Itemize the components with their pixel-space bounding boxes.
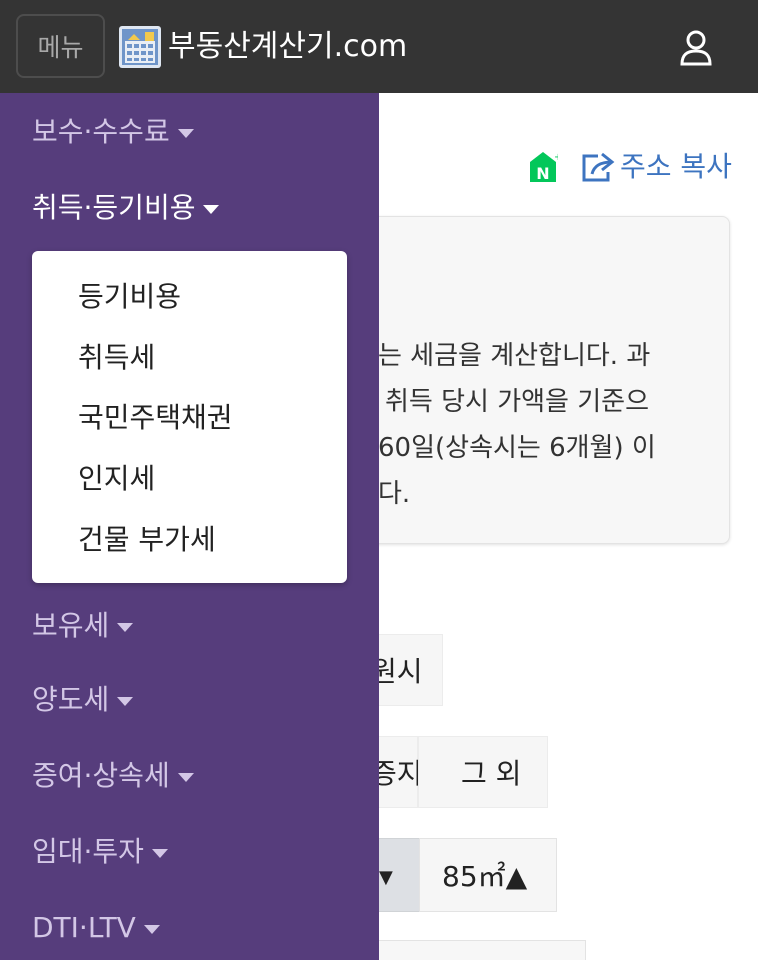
caret-down-icon: [151, 848, 168, 858]
share-icon: [582, 152, 615, 182]
copy-address-label: 주소 복사: [620, 150, 732, 183]
caret-down-icon: [143, 924, 160, 934]
sidebar-item-gift-inheritance-tax[interactable]: 증여·상속세: [32, 756, 194, 796]
property-type-other-option[interactable]: 그 외: [418, 736, 548, 808]
acquisition-dropdown-menu: 등기비용 취득세 국민주택채권 인지세 건물 부가세: [32, 251, 347, 583]
description-line: 취득 당시 가액을 기준으: [385, 387, 649, 417]
caret-down-icon: [177, 772, 194, 782]
sidebar-item-dti-ltv[interactable]: DTI·LTV: [32, 908, 160, 948]
naver-blog-icon[interactable]: N +: [528, 150, 558, 184]
dropdown-item-stamp-tax[interactable]: 인지세: [78, 459, 155, 499]
chevron-down-icon: ▼: [379, 867, 393, 888]
sidebar-item-label: DTI·LTV: [32, 911, 136, 944]
description-line: 다.: [378, 479, 411, 509]
dropdown-item-registration-cost[interactable]: 등기비용: [78, 277, 181, 317]
sidebar-item-label: 보유세: [32, 609, 110, 642]
sidebar-item-label: 취득·등기비용: [32, 191, 196, 224]
copy-address-link[interactable]: 주소 복사: [580, 145, 732, 189]
menu-toggle-button[interactable]: 메뉴: [16, 14, 105, 78]
user-icon[interactable]: [676, 28, 716, 68]
svg-text:N: N: [536, 164, 549, 183]
sidebar-item-label: 양도세: [32, 683, 110, 716]
sidebar-item-label: 임대·투자: [32, 835, 144, 868]
caret-down-icon: [203, 204, 220, 214]
area-toggle-button[interactable]: 85㎡▲: [419, 838, 557, 912]
sidebar-item-acquisition-registration[interactable]: 취득·등기비용: [32, 188, 220, 228]
sidebar-item-transfer-tax[interactable]: 양도세: [32, 680, 134, 720]
caret-down-icon: [177, 128, 194, 138]
svg-text:+: +: [554, 152, 558, 163]
dropdown-item-housing-bond[interactable]: 국민주택채권: [78, 398, 233, 438]
caret-down-icon: [117, 696, 134, 706]
sidebar-item-brokerage-fee[interactable]: 보수·수수료: [32, 112, 194, 152]
option-label: 그 외: [461, 757, 522, 790]
caret-down-icon: [117, 622, 134, 632]
top-navbar: 메뉴 부동산계산기.com: [0, 0, 758, 93]
sidebar-item-label: 보수·수수료: [32, 115, 170, 148]
dropdown-item-building-vat[interactable]: 건물 부가세: [78, 520, 216, 560]
dropdown-item-acquisition-tax[interactable]: 취득세: [78, 338, 155, 378]
sidebar-item-rental-investment[interactable]: 임대·투자: [32, 832, 168, 872]
sidebar-item-label: 증여·상속세: [32, 759, 170, 792]
description-line: 는 세금을 계산합니다. 과: [378, 341, 651, 371]
building-logo-icon[interactable]: [119, 26, 161, 68]
site-title[interactable]: 부동산계산기.com: [168, 26, 407, 68]
sidebar-item-holding-tax[interactable]: 보유세: [32, 606, 134, 646]
description-line: 60일(상속시는 6개월) 이: [378, 433, 656, 463]
